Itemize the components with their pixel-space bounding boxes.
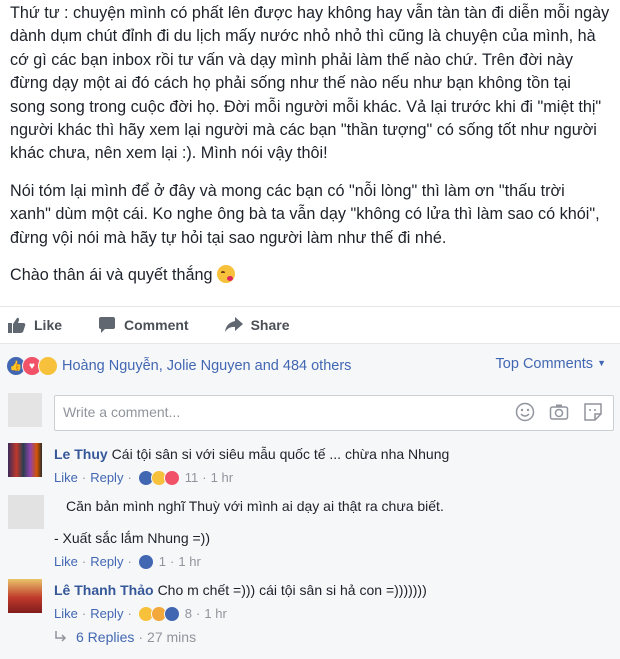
comment-time[interactable]: 1 hr bbox=[204, 605, 226, 623]
post-paragraph: Nói tóm lại mình để ở đây và mong các bạ… bbox=[10, 181, 600, 247]
comment-time[interactable]: 1 hr bbox=[178, 553, 200, 571]
camera-icon[interactable] bbox=[549, 402, 569, 422]
top-comments-dropdown[interactable]: Top Comments ▼ bbox=[496, 356, 606, 372]
caret-down-icon: ▼ bbox=[597, 358, 606, 368]
comment-item: Le Thuy Cái tội sân si với siêu mẫu quốc … bbox=[54, 445, 449, 487]
share-button[interactable]: Share bbox=[224, 317, 290, 333]
post-paragraph: Thứ tư : chuyện mình có phất lên được ha… bbox=[10, 4, 610, 163]
post-text: Thứ tư : chuyện mình có phất lên được ha… bbox=[0, 0, 620, 287]
comment-body: Le Thuy Cái tội sân si với siêu mẫu quốc … bbox=[54, 445, 449, 463]
closing-text: Chào thân ái và quyết thắng bbox=[10, 266, 213, 285]
commenter-name[interactable]: Lê Thanh Thảo bbox=[54, 582, 154, 598]
post-paragraph-closing: Chào thân ái và quyết thắng bbox=[10, 264, 610, 287]
comment-composer bbox=[0, 387, 620, 435]
comment-body: Căn bản mình nghĩ Thuỳ với mình ai dạy a… bbox=[66, 498, 444, 514]
comment-button[interactable]: Comment bbox=[98, 317, 189, 333]
comment-meta: Like · Reply · 1 · 1 hr bbox=[54, 553, 201, 571]
comment-item: Căn bản mình nghĩ Thuỳ với mình ai dạy a… bbox=[54, 497, 444, 571]
like-button[interactable]: Like bbox=[8, 317, 62, 333]
comment-reply-link[interactable]: Reply bbox=[90, 469, 123, 487]
commenter-avatar[interactable] bbox=[8, 579, 42, 613]
comment-reaction-icons[interactable] bbox=[137, 554, 154, 570]
comment-reply-link[interactable]: Reply bbox=[90, 605, 123, 623]
replies-time: 27 mins bbox=[147, 629, 197, 645]
reaction-count[interactable]: 1 bbox=[159, 553, 166, 571]
view-replies-link[interactable]: 6 Replies · 27 mins bbox=[54, 629, 196, 645]
like-label: Like bbox=[34, 317, 63, 333]
share-label: Share bbox=[250, 317, 290, 333]
commenter-avatar[interactable] bbox=[8, 443, 42, 477]
comment-like-link[interactable]: Like bbox=[54, 605, 78, 623]
comment-time[interactable]: 1 hr bbox=[211, 469, 233, 487]
comment-like-link[interactable]: Like bbox=[54, 553, 78, 571]
emoji-icon[interactable] bbox=[515, 402, 535, 422]
comment-body-line2: - Xuất sắc lắm Nhung =)) bbox=[54, 530, 211, 546]
my-avatar bbox=[8, 393, 42, 427]
reactors-others[interactable]: and 484 others bbox=[255, 358, 352, 374]
comment-icon bbox=[99, 317, 116, 333]
sticker-icon[interactable] bbox=[583, 402, 603, 422]
replies-count-label: 6 Replies bbox=[76, 629, 135, 645]
kiss-emoji-icon bbox=[217, 265, 235, 284]
reply-arrow-icon bbox=[55, 631, 67, 642]
sort-label: Top Comments bbox=[495, 356, 594, 372]
share-icon bbox=[224, 317, 243, 332]
comment-item: Lê Thanh Thảo Cho m chết =))) cái tội sân… bbox=[54, 581, 427, 623]
composer-icons bbox=[515, 402, 603, 422]
comment-reply-link[interactable]: Reply bbox=[90, 553, 123, 571]
comments-section: Le ThuyCái tội sân si với siêu mẫu quốc … bbox=[0, 387, 620, 659]
post-actions-bar: Like Comment Share bbox=[0, 306, 620, 343]
reactors-names[interactable]: Hoàng Nguyễn, Jolie Nguyen bbox=[62, 358, 251, 374]
comment-text: Cho m chết =))) cái tội sân si hả con =)… bbox=[157, 582, 427, 598]
reaction-icons[interactable]: 👍 ♥ bbox=[6, 356, 58, 376]
comment-meta: Like · Reply · 8 · 1 hr bbox=[54, 605, 227, 623]
thumbs-up-icon bbox=[8, 317, 26, 333]
comment-reaction-icons[interactable] bbox=[137, 470, 180, 486]
comment-like-link[interactable]: Like bbox=[54, 469, 78, 487]
comment-label: Comment bbox=[124, 317, 189, 333]
commenter-avatar[interactable] bbox=[8, 495, 44, 529]
comment-reaction-icons[interactable] bbox=[137, 606, 180, 622]
reaction-count[interactable]: 8 bbox=[185, 605, 192, 623]
comment-input-box[interactable] bbox=[54, 395, 614, 431]
reaction-count[interactable]: 11 bbox=[185, 469, 199, 487]
commenter-name[interactable]: Le Thuy bbox=[54, 446, 108, 462]
comment-meta: Like · Reply · 11 · 1 hr bbox=[54, 469, 234, 487]
comment-text: Cái tội sân si với siêu mẫu quốc tế ... … bbox=[111, 446, 450, 462]
reactions-bar: 👍 ♥ Hoàng Nguyễn, Jolie Nguyen and 484 o… bbox=[0, 343, 620, 388]
comment-body: Lê Thanh Thảo Cho m chết =))) cái tội sân… bbox=[54, 581, 427, 599]
haha-reaction-icon bbox=[38, 356, 58, 376]
comment-input[interactable] bbox=[55, 396, 443, 420]
